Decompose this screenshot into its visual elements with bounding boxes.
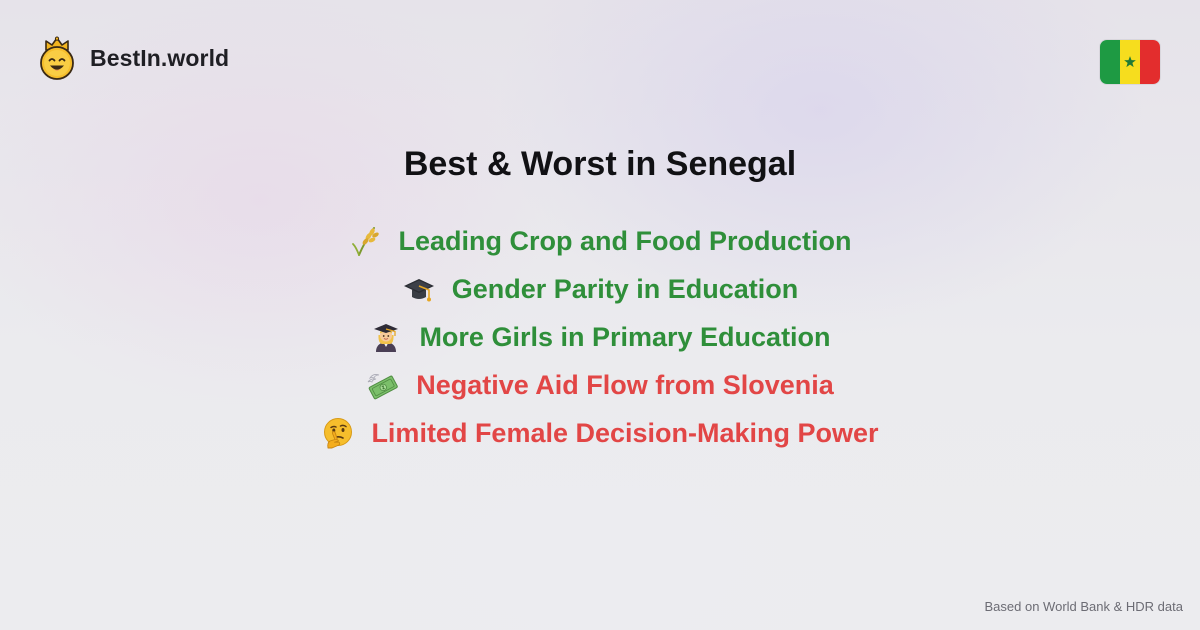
item-label: Negative Aid Flow from Slovenia	[416, 369, 834, 400]
brand[interactable]: BestIn.world	[38, 36, 229, 80]
flag-stripe-yellow	[1120, 40, 1140, 84]
item-label: More Girls in Primary Education	[419, 321, 831, 352]
flag-stripe-green	[1100, 40, 1120, 84]
item-label: Limited Female Decision-Making Power	[371, 417, 879, 448]
flag-stripe-red	[1140, 40, 1160, 84]
graduation-cap-icon	[402, 272, 436, 306]
female-student-icon	[369, 320, 403, 354]
list-item: Limited Female Decision-Making Power	[0, 409, 1200, 457]
item-label: Leading Crop and Food Production	[398, 225, 852, 256]
list-item: Gender Parity in Education	[0, 265, 1200, 313]
data-source-note: Based on World Bank & HDR data	[984, 599, 1183, 614]
money-with-wings-icon	[366, 368, 400, 402]
brand-name: BestIn.world	[90, 44, 230, 71]
senegal-flag-icon	[1100, 40, 1160, 84]
best-worst-list: Leading Crop and Food Production Gender …	[0, 217, 1200, 457]
list-item: Negative Aid Flow from Slovenia	[0, 361, 1200, 409]
thinking-face-icon	[321, 416, 355, 450]
item-label: Gender Parity in Education	[451, 273, 799, 304]
list-item: More Girls in Primary Education	[0, 313, 1200, 361]
crowned-smiley-icon	[40, 36, 74, 80]
list-item: Leading Crop and Food Production	[0, 217, 1200, 265]
rice-plant-icon	[349, 224, 383, 258]
flag-star-icon	[1124, 56, 1136, 68]
page-title: Best & Worst in Senegal	[403, 145, 797, 183]
